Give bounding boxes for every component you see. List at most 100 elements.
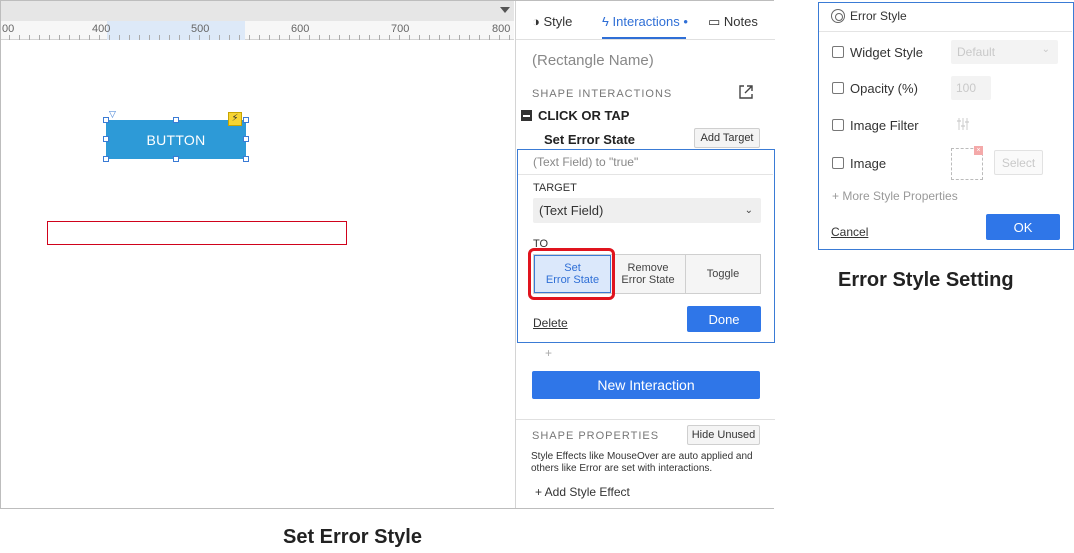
new-interaction-button[interactable]: New Interaction — [532, 371, 760, 399]
tab-interactions[interactable]: ϟ Interactions • — [602, 14, 688, 29]
ruler-label: 400 — [92, 23, 111, 35]
chevron-down-icon: ⌄ — [1041, 44, 1050, 55]
inspector-panel: ◑ Style ϟ Interactions • ▭ Notes (Rectan… — [515, 1, 775, 508]
dialog-title: Error Style — [850, 9, 907, 23]
ruler-selection-highlight — [107, 21, 245, 40]
external-open-icon[interactable] — [738, 84, 754, 100]
ruler-tick — [59, 35, 60, 40]
tab-label: Notes — [723, 14, 758, 29]
text-field-widget-error[interactable] — [47, 221, 347, 245]
more-style-properties-link[interactable]: + More Style Properties — [832, 189, 958, 203]
sliders-icon[interactable] — [956, 117, 970, 131]
ruler-tick — [169, 35, 170, 40]
ruler-tick — [189, 35, 190, 40]
tab-style[interactable]: ◑ Style — [532, 14, 572, 29]
ruler-tick — [509, 35, 510, 40]
ruler-tick — [229, 35, 230, 40]
ruler-tick — [39, 35, 40, 40]
divider — [518, 174, 773, 175]
cancel-link[interactable]: Cancel — [831, 225, 868, 239]
toggle-option[interactable]: Toggle — [686, 255, 760, 293]
collapse-toggle-icon[interactable] — [521, 110, 532, 121]
remove-error-state-option[interactable]: Remove Error State — [611, 255, 686, 293]
tab-label: Interactions — [612, 14, 680, 29]
event-label[interactable]: CLICK OR TAP — [538, 108, 629, 123]
resize-handle[interactable] — [243, 117, 249, 123]
tab-label: Style — [543, 14, 573, 29]
ruler-tick — [409, 35, 410, 40]
interaction-detail-card: (Text Field) to "true" TARGET (Text Fiel… — [517, 149, 775, 343]
ruler-tick — [139, 35, 140, 40]
target-label: TARGET — [533, 182, 577, 194]
done-button[interactable]: Done — [687, 306, 761, 332]
opacity-checkbox[interactable] — [832, 82, 844, 94]
add-action-plus-icon[interactable]: + — [545, 346, 552, 360]
select-image-button[interactable]: Select — [994, 150, 1043, 175]
tab-notes[interactable]: ▭ Notes — [708, 14, 758, 30]
resize-handle[interactable] — [173, 156, 179, 162]
action-label[interactable]: Set Error State — [544, 132, 635, 147]
resize-handle[interactable] — [243, 156, 249, 162]
properties-description: Style Effects like MouseOver are auto ap… — [531, 451, 753, 474]
shape-name-input[interactable]: (Rectangle Name) — [532, 52, 654, 69]
ruler-tick — [329, 35, 330, 40]
image-checkbox[interactable] — [832, 157, 844, 169]
annotation-highlight-box — [528, 248, 615, 300]
ruler-dropdown-caret-icon[interactable] — [500, 7, 510, 13]
divider — [819, 31, 1072, 32]
add-target-button[interactable]: Add Target — [694, 128, 760, 148]
ruler-tick — [79, 35, 80, 40]
ruler-label: 600 — [291, 23, 310, 35]
ruler-tick — [299, 35, 300, 40]
marker-triangle-icon: ▽ — [109, 109, 116, 119]
ruler-label: 700 — [391, 23, 410, 35]
editor-window: 00 400 500 600 700 800 ▽ BUTTON ⚡ ◑ Styl… — [0, 0, 775, 509]
resize-handle[interactable] — [173, 117, 179, 123]
ruler-tick — [349, 35, 350, 40]
resize-handle[interactable] — [103, 136, 109, 142]
image-filter-checkbox[interactable] — [832, 119, 844, 131]
ruler-label: 00 — [2, 23, 15, 35]
active-tab-underline — [602, 37, 686, 39]
ruler-tick — [159, 35, 160, 40]
ruler-tick — [99, 35, 100, 40]
section-header-shape-properties: SHAPE PROPERTIES — [532, 430, 660, 442]
ruler-tick — [429, 35, 430, 40]
ruler-tick — [69, 35, 70, 40]
ruler-toolbar-strip — [1, 1, 514, 21]
ruler-tick — [439, 35, 440, 40]
interaction-bolt-icon[interactable]: ⚡ — [228, 112, 242, 126]
widget-style-checkbox[interactable] — [832, 46, 844, 58]
ruler-tick — [129, 35, 130, 40]
add-style-effect-link[interactable]: + Add Style Effect — [535, 485, 630, 499]
notes-icon: ▭ — [708, 14, 721, 29]
ruler-tick — [289, 35, 290, 40]
resize-handle[interactable] — [243, 136, 249, 142]
widget-style-label: Widget Style — [850, 45, 923, 60]
widget-style-select[interactable]: Default ⌄ — [951, 40, 1058, 64]
ruler-tick — [249, 35, 250, 40]
ruler-label: 800 — [492, 23, 511, 35]
resize-handle[interactable] — [103, 117, 109, 123]
ok-button[interactable]: OK — [986, 214, 1060, 240]
resize-handle[interactable] — [103, 156, 109, 162]
error-style-dialog: Error Style Widget Style Default ⌄ Opaci… — [818, 2, 1074, 250]
ruler-tick — [499, 35, 500, 40]
ruler-tick — [29, 35, 30, 40]
ruler-tick — [49, 35, 50, 40]
design-canvas[interactable]: 00 400 500 600 700 800 ▽ BUTTON ⚡ — [1, 1, 514, 508]
ruler-tick — [359, 35, 360, 40]
target-select[interactable]: (Text Field) ⌄ — [533, 198, 761, 223]
hide-unused-button[interactable]: Hide Unused — [687, 425, 760, 445]
target-circle-icon — [831, 9, 845, 23]
ruler-tick — [269, 35, 270, 40]
ruler-tick — [19, 35, 20, 40]
delete-link[interactable]: Delete — [533, 316, 568, 330]
opacity-input[interactable]: 100 — [951, 76, 991, 100]
ruler-tick — [239, 35, 240, 40]
ruler-tick — [389, 35, 390, 40]
button-widget[interactable]: BUTTON — [106, 120, 246, 159]
target-summary[interactable]: (Text Field) to "true" — [533, 155, 638, 169]
remove-image-icon[interactable]: × — [974, 146, 983, 155]
divider — [516, 419, 775, 420]
